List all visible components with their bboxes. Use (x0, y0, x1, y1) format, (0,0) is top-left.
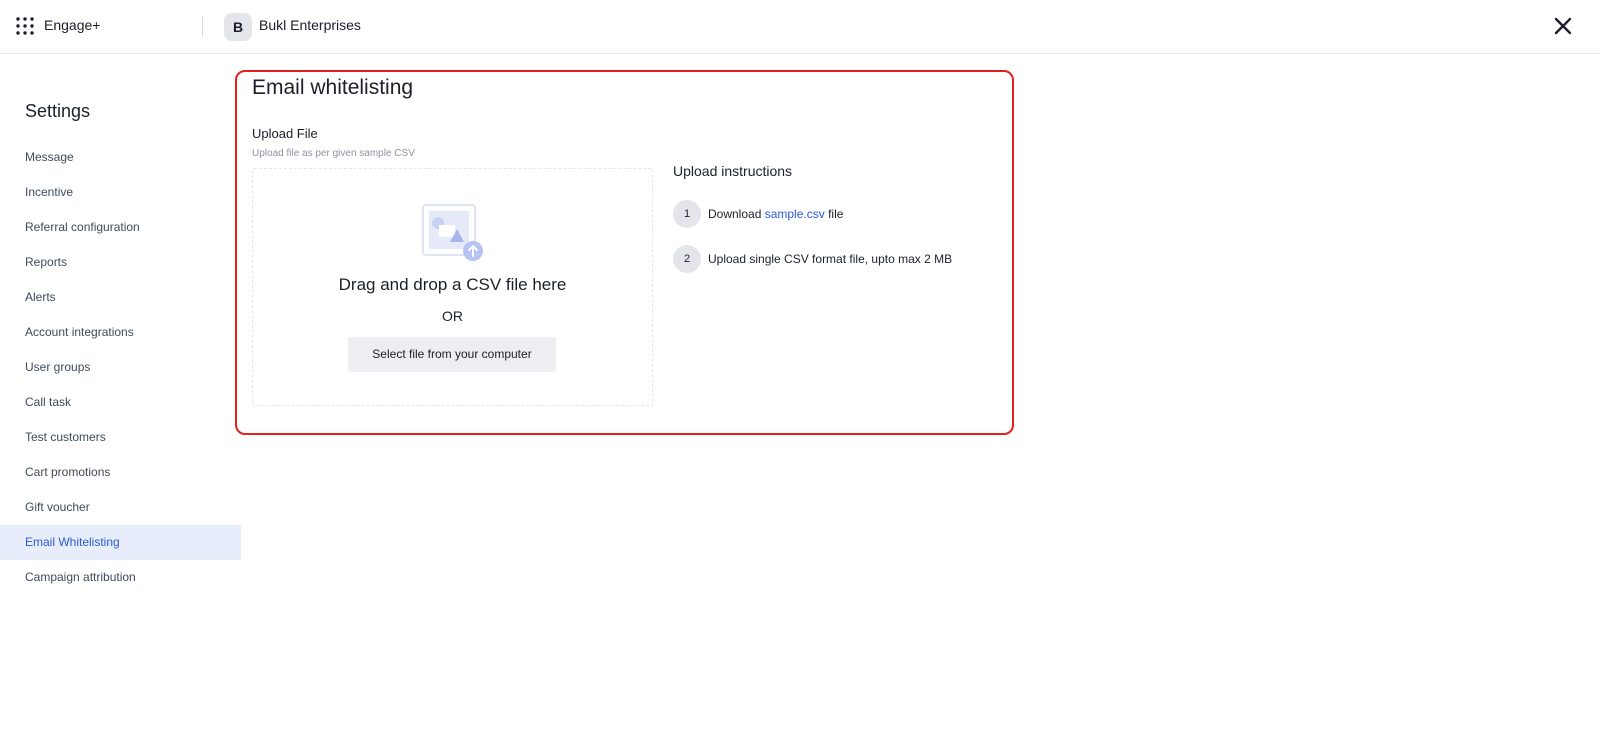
org-avatar[interactable]: B (224, 13, 252, 41)
upload-file-label: Upload File (252, 126, 318, 141)
sidebar-item-account-integrations[interactable]: Account integrations (0, 315, 241, 350)
dropzone-or-text: OR (442, 308, 463, 324)
sidebar-item-message[interactable]: Message (0, 140, 241, 175)
step-number-badge: 1 (673, 200, 701, 228)
sidebar-item-cart-promotions[interactable]: Cart promotions (0, 455, 241, 490)
org-name[interactable]: Bukl Enterprises (259, 17, 361, 33)
sidebar-item-incentive[interactable]: Incentive (0, 175, 241, 210)
sidebar-item-user-groups[interactable]: User groups (0, 350, 241, 385)
select-file-button[interactable]: Select file from your computer (348, 337, 556, 372)
page-title: Email whitelisting (252, 76, 414, 99)
sidebar-item-email-whitelisting[interactable]: Email Whitelisting (0, 525, 241, 560)
upload-illustration-icon (421, 203, 485, 263)
sidebar-item-call-task[interactable]: Call task (0, 385, 241, 420)
sidebar-title: Settings (25, 101, 91, 121)
step-number-badge: 2 (673, 245, 701, 273)
sidebar-item-reports[interactable]: Reports (0, 245, 241, 280)
settings-nav: Message Incentive Referral configuration… (0, 140, 241, 595)
csv-dropzone[interactable]: Drag and drop a CSV file here OR Select … (252, 168, 653, 406)
step-2-text: Upload single CSV format file, upto max … (708, 252, 953, 266)
app-launcher-icon[interactable] (16, 17, 34, 35)
upload-file-hint: Upload file as per given sample CSV (252, 148, 415, 159)
close-icon[interactable] (1552, 15, 1574, 37)
settings-sidebar: Settings Message Incentive Referral conf… (0, 54, 241, 751)
sidebar-item-referral-configuration[interactable]: Referral configuration (0, 210, 241, 245)
header-divider (202, 16, 203, 37)
dropzone-text: Drag and drop a CSV file here (338, 275, 567, 294)
step-1-suffix: file (824, 207, 844, 221)
upload-instructions-title: Upload instructions (673, 163, 793, 179)
top-bar: Engage+ B Bukl Enterprises (0, 0, 1600, 54)
sidebar-item-alerts[interactable]: Alerts (0, 280, 241, 315)
sidebar-item-test-customers[interactable]: Test customers (0, 420, 241, 455)
sidebar-item-campaign-attribution[interactable]: Campaign attribution (0, 560, 241, 595)
sample-csv-link[interactable]: sample.csv (765, 207, 825, 221)
sidebar-item-gift-voucher[interactable]: Gift voucher (0, 490, 241, 525)
app-name: Engage+ (44, 17, 101, 33)
step-1-prefix: Download (708, 207, 765, 221)
step-1-text: Download sample.csv file (708, 207, 843, 221)
